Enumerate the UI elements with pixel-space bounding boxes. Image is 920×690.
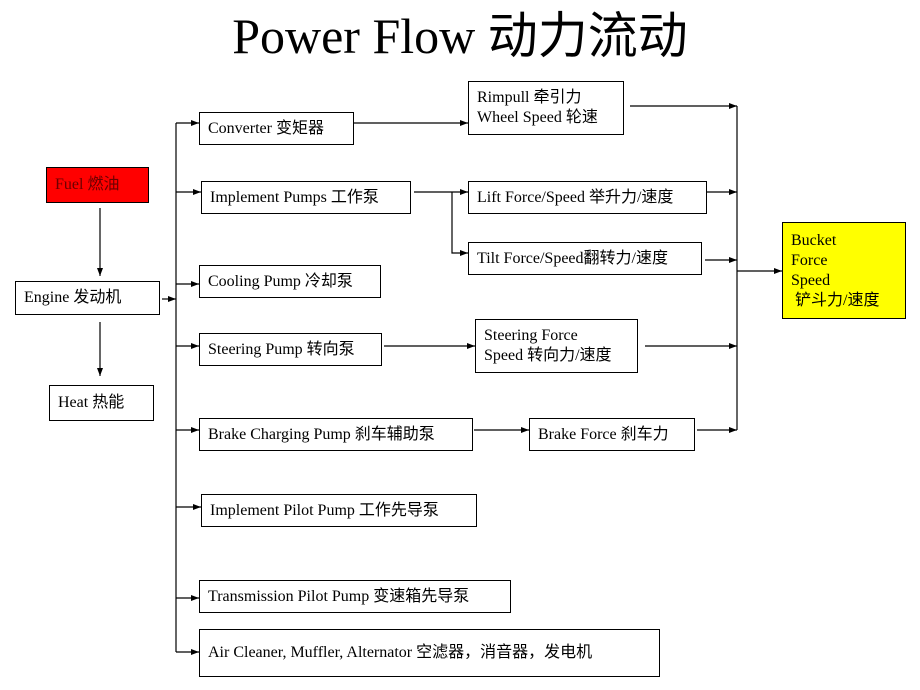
node-fuel[interactable]: Fuel 燃油: [46, 167, 149, 203]
node-bucket-line-2: Force: [791, 251, 828, 269]
node-transmission-pilot-pump[interactable]: Transmission Pilot Pump 变速箱先导泵: [199, 580, 511, 613]
node-implement-pilot-pump-label: Implement Pilot Pump 工作先导泵: [210, 501, 439, 519]
node-converter-label: Converter 变矩器: [208, 119, 324, 137]
node-brake-force-label: Brake Force 刹车力: [538, 425, 669, 443]
node-tilt-force[interactable]: Tilt Force/Speed翻转力/速度: [468, 242, 702, 275]
node-bucket[interactable]: Bucket Force Speed 铲斗力/速度: [782, 222, 906, 319]
node-rimpull[interactable]: Rimpull 牵引力 Wheel Speed 轮速: [468, 81, 624, 135]
node-lift-force-label: Lift Force/Speed 举升力/速度: [477, 188, 674, 206]
node-heat-label: Heat 热能: [58, 394, 125, 411]
node-steering-force[interactable]: Steering Force Speed 转向力/速度: [475, 319, 638, 373]
node-implement-pumps[interactable]: Implement Pumps 工作泵: [201, 181, 411, 214]
node-brake-charging-pump-label: Brake Charging Pump 刹车辅助泵: [208, 425, 435, 443]
node-implement-pumps-label: Implement Pumps 工作泵: [210, 188, 379, 206]
node-lift-force[interactable]: Lift Force/Speed 举升力/速度: [468, 181, 707, 214]
node-fuel-label: Fuel 燃油: [55, 176, 120, 193]
node-brake-force[interactable]: Brake Force 刹车力: [529, 418, 695, 451]
node-brake-charging-pump[interactable]: Brake Charging Pump 刹车辅助泵: [199, 418, 473, 451]
node-cooling-pump-label: Cooling Pump 冷却泵: [208, 272, 353, 290]
node-cooling-pump[interactable]: Cooling Pump 冷却泵: [199, 265, 381, 298]
node-tilt-force-label: Tilt Force/Speed翻转力/速度: [477, 249, 668, 267]
node-engine-label: Engine 发动机: [24, 289, 122, 306]
node-engine[interactable]: Engine 发动机: [15, 281, 160, 315]
node-accessories[interactable]: Air Cleaner, Muffler, Alternator 空滤器，消音器…: [199, 629, 660, 677]
edge-implement-tilt: [451, 192, 468, 256]
node-steering-pump[interactable]: Steering Pump 转向泵: [199, 333, 382, 366]
node-bucket-line-1: Bucket: [791, 231, 837, 249]
node-heat[interactable]: Heat 热能: [49, 385, 154, 421]
node-transmission-pilot-pump-label: Transmission Pilot Pump 变速箱先导泵: [208, 587, 470, 605]
node-steering-force-line-2: Speed 转向力/速度: [484, 347, 612, 364]
node-rimpull-line-2: Wheel Speed 轮速: [477, 109, 598, 126]
node-steering-pump-label: Steering Pump 转向泵: [208, 340, 355, 358]
node-bucket-line-3: Speed: [791, 271, 831, 289]
node-rimpull-line-1: Rimpull 牵引力: [477, 89, 582, 106]
node-steering-force-line-1: Steering Force: [484, 327, 578, 344]
node-converter[interactable]: Converter 变矩器: [199, 112, 354, 145]
node-accessories-label: Air Cleaner, Muffler, Alternator 空滤器，消音器…: [208, 644, 593, 661]
node-bucket-line-4: 铲斗力/速度: [791, 291, 880, 309]
node-implement-pilot-pump[interactable]: Implement Pilot Pump 工作先导泵: [201, 494, 477, 527]
